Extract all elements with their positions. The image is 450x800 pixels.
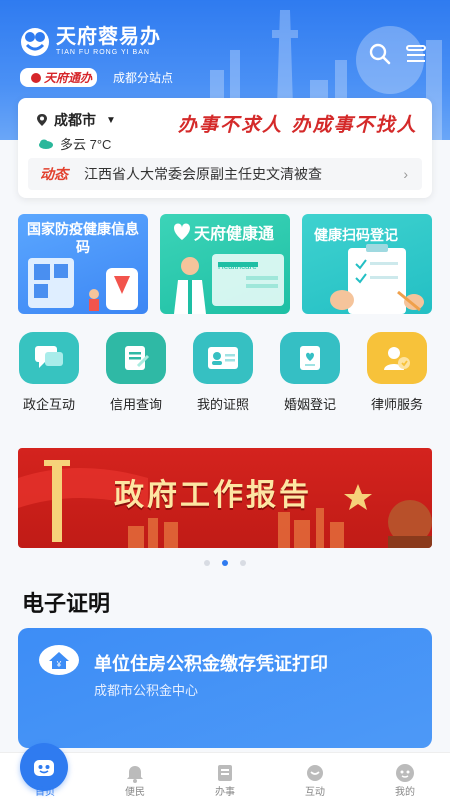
- interaction-icon: [307, 765, 323, 781]
- id-card-icon: [193, 332, 253, 384]
- tile-title: 国家防疫健康信息码: [27, 221, 139, 255]
- slogan-calligraphy: 办事不求人 办成事不找人: [178, 114, 418, 136]
- tab-label: 互动: [305, 787, 325, 798]
- tile-tianfu-health[interactable]: 天府健康通 Healthcare: [160, 214, 290, 314]
- tab-convenience[interactable]: 便民: [90, 753, 180, 800]
- tab-label: 首页: [35, 787, 55, 798]
- tab-label: 我的: [395, 787, 415, 798]
- tile-title: 健康扫码登记: [314, 227, 398, 243]
- lawyer-icon: [367, 332, 427, 384]
- service-shortcuts: 政企互动 信用查询 我的证照 婚姻登记 律师服务: [0, 332, 450, 412]
- section-title: 电子证明: [22, 591, 111, 616]
- certificate-title: 单位住房公积金缴存凭证打印: [94, 654, 328, 674]
- bell-icon: [127, 766, 143, 783]
- carousel-dot[interactable]: [240, 560, 246, 566]
- weather: 多云 7°C: [38, 134, 111, 153]
- feature-tiles: 国家防疫健康信息码 天府健康通 Healthcare 健康扫码登记: [18, 214, 432, 314]
- document-icon: [218, 765, 232, 781]
- tianfu-tongban-logo: 天府通办: [20, 68, 98, 87]
- caret-down-icon: ▼: [106, 114, 116, 126]
- app-brand: 天府蓉易办 TIAN FU RONG YI BAN: [20, 26, 161, 57]
- user-icon: [396, 764, 414, 782]
- city-selector[interactable]: 成都市 ▼: [36, 110, 116, 130]
- weather-text: 多云 7°C: [60, 137, 112, 152]
- promo-banner[interactable]: 政府工作报告: [18, 448, 432, 548]
- carousel-indicators: [0, 560, 450, 566]
- tile-health-code[interactable]: 国家防疫健康信息码: [18, 214, 148, 314]
- service-my-licenses[interactable]: 我的证照: [183, 332, 263, 413]
- service-label: 婚姻登记: [283, 397, 336, 412]
- news-tag: 动态: [40, 166, 68, 182]
- logo-dot-icon: [31, 72, 41, 83]
- chevron-right-icon: ›: [403, 166, 408, 182]
- tile-scan-register[interactable]: 健康扫码登记: [302, 214, 432, 314]
- service-label: 信用查询: [109, 397, 162, 412]
- news-headline[interactable]: 江西省人大常委会原副主任史文清被查: [84, 164, 322, 184]
- tab-interaction[interactable]: 互动: [270, 753, 360, 800]
- service-lawyer[interactable]: 律师服务: [357, 332, 437, 413]
- service-gov-interaction[interactable]: 政企互动: [9, 332, 89, 413]
- banner-title: 政府工作报告: [114, 479, 312, 512]
- slogan-row: 天府通办 成都分站点: [20, 68, 173, 87]
- branch-label: 成都分站点: [113, 71, 174, 85]
- house-fund-icon: ¥: [39, 645, 79, 675]
- tile-title: 天府健康通: [194, 226, 275, 243]
- certificate-issuer: 成都市公积金中心: [94, 683, 199, 698]
- news-ticker[interactable]: 动态 江西省人大常委会原副主任史文清被查 ›: [28, 158, 422, 190]
- tab-mine[interactable]: 我的: [360, 753, 450, 800]
- info-card: 成都市 ▼ 多云 7°C 办事不求人 办成事不找人 动态 江西省人大常委会原副主…: [18, 98, 432, 198]
- tab-label: 办事: [215, 787, 235, 798]
- marriage-icon: [280, 332, 340, 384]
- tab-label: 便民: [125, 787, 145, 798]
- service-marriage-registration[interactable]: 婚姻登记: [270, 332, 350, 413]
- tile-subtitle: Healthcare: [218, 262, 257, 271]
- app-logo-icon: [21, 27, 49, 56]
- city-name: 成都市: [54, 112, 96, 128]
- tab-services[interactable]: 办事: [180, 753, 270, 800]
- cloud-icon: [39, 139, 53, 149]
- logo-text: 天府通办: [44, 71, 93, 85]
- app-name: 天府蓉易办: [56, 26, 161, 48]
- location-pin-icon: [37, 114, 47, 126]
- credit-icon: [106, 332, 166, 384]
- service-credit-query[interactable]: 信用查询: [96, 332, 176, 413]
- search-icon[interactable]: [368, 42, 392, 66]
- certificate-card[interactable]: ¥ 单位住房公积金缴存凭证打印 成都市公积金中心: [18, 628, 432, 748]
- app-pinyin: TIAN FU RONG YI BAN: [56, 49, 150, 56]
- carousel-dot[interactable]: [204, 560, 210, 566]
- svg-text:¥: ¥: [56, 660, 62, 669]
- service-label: 我的证照: [196, 397, 249, 412]
- bottom-tab-bar: 首页 便民 办事 互动 我的: [0, 743, 450, 800]
- chat-icon: [19, 332, 79, 384]
- carousel-dot-active[interactable]: [222, 560, 228, 566]
- service-label: 政企互动: [22, 397, 75, 412]
- service-label: 律师服务: [370, 397, 423, 412]
- tab-home[interactable]: 首页: [0, 743, 90, 800]
- menu-icon[interactable]: [404, 42, 428, 66]
